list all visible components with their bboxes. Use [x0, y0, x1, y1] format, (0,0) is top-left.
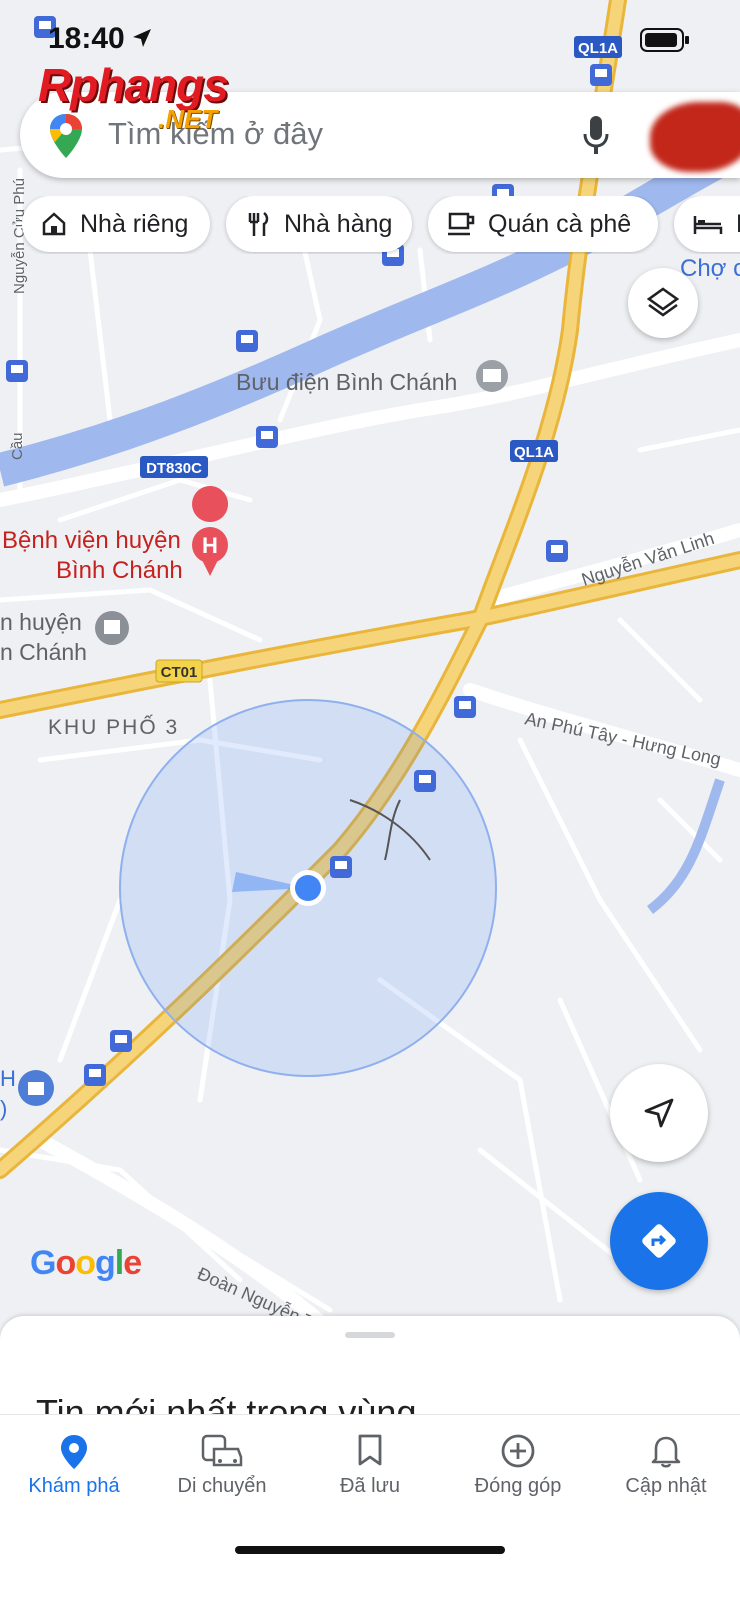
- layers-button[interactable]: [628, 268, 698, 338]
- label-benh-vien: Bệnh viện huyện: [2, 527, 181, 554]
- chip-coffee-label: Quán cà phê: [488, 209, 632, 238]
- bookmark-icon: [358, 1434, 382, 1466]
- government-marker: [95, 611, 129, 645]
- home-icon: [42, 212, 66, 236]
- label-edge-h: H: [0, 1066, 16, 1091]
- bottom-navigation: Khám phá Di chuyển Đã lưu Đóng góp Cập n…: [0, 1414, 740, 1601]
- chip-home[interactable]: Nhà riêng: [22, 196, 210, 252]
- nav-saved-label: Đã lưu: [339, 1475, 401, 1497]
- chip-restaurant-label: Nhà hàng: [284, 209, 393, 238]
- shield-ct01: CT01: [161, 664, 198, 681]
- my-location-button[interactable]: [610, 1064, 708, 1162]
- nav-commute-label: Di chuyển: [177, 1475, 267, 1497]
- nav-explore[interactable]: Khám phá: [0, 1415, 148, 1535]
- hotel-icon: [693, 216, 723, 234]
- chip-home-label: Nhà riêng: [80, 209, 189, 238]
- restaurant-icon: [248, 212, 269, 236]
- sheet-drag-handle[interactable]: [345, 1332, 395, 1338]
- shopping-marker: [18, 1070, 54, 1106]
- status-time: 18:40: [48, 22, 125, 55]
- location-arrow-icon: [133, 29, 151, 47]
- shield-dt830c: DT830C: [146, 460, 202, 477]
- car-bus-icon: [201, 1434, 243, 1467]
- label-cau: Cầu: [9, 432, 26, 460]
- nav-contribute[interactable]: Đóng góp: [444, 1415, 592, 1535]
- label-khu-pho: KHU PHỐ 3: [48, 715, 179, 739]
- nav-saved[interactable]: Đã lưu: [296, 1415, 444, 1535]
- microphone-icon[interactable]: [580, 114, 612, 156]
- svg-text:H: H: [202, 533, 218, 558]
- watermark-logo: Rphangs .NET: [38, 58, 278, 138]
- directions-button[interactable]: [610, 1192, 708, 1290]
- post-office-marker: [476, 360, 508, 392]
- label-edge-paren: ): [0, 1096, 7, 1121]
- shield-ql1a: QL1A: [514, 444, 554, 461]
- avatar[interactable]: [650, 102, 740, 172]
- label-cho: Chợ c: [680, 255, 740, 282]
- category-chips: Nhà riêng Nhà hàng Quán cà phê K: [22, 196, 740, 254]
- add-circle-icon: [501, 1434, 535, 1468]
- chip-restaurant[interactable]: Nhà hàng: [226, 196, 412, 252]
- layers-icon: [646, 287, 680, 317]
- nav-updates[interactable]: Cập nhật: [592, 1415, 740, 1535]
- nav-explore-label: Khám phá: [28, 1475, 120, 1497]
- label-huyen-chanh: n Chánh: [0, 639, 87, 665]
- google-logo: Google: [30, 1244, 142, 1282]
- home-indicator[interactable]: [235, 1546, 505, 1554]
- nav-contribute-label: Đóng góp: [474, 1475, 562, 1497]
- battery-icon: [640, 28, 689, 52]
- label-buu-dien: Bưu điện Bình Chánh: [236, 369, 457, 395]
- explore-pin-icon: [61, 1435, 87, 1469]
- navigation-arrow-icon: [644, 1098, 674, 1128]
- directions-icon: [642, 1224, 676, 1258]
- label-huyen: n huyện: [0, 609, 82, 635]
- watermark-suffix: .NET: [158, 104, 218, 134]
- chip-coffee[interactable]: Quán cà phê: [428, 196, 658, 252]
- bell-icon: [651, 1436, 681, 1468]
- coffee-icon: [448, 212, 475, 236]
- nav-updates-label: Cập nhật: [625, 1475, 707, 1497]
- chip-hotel-label: K: [736, 210, 740, 239]
- chip-hotel[interactable]: K: [674, 196, 740, 252]
- nav-commute[interactable]: Di chuyển: [148, 1415, 296, 1535]
- label-binh-chanh: Bình Chánh: [56, 557, 183, 584]
